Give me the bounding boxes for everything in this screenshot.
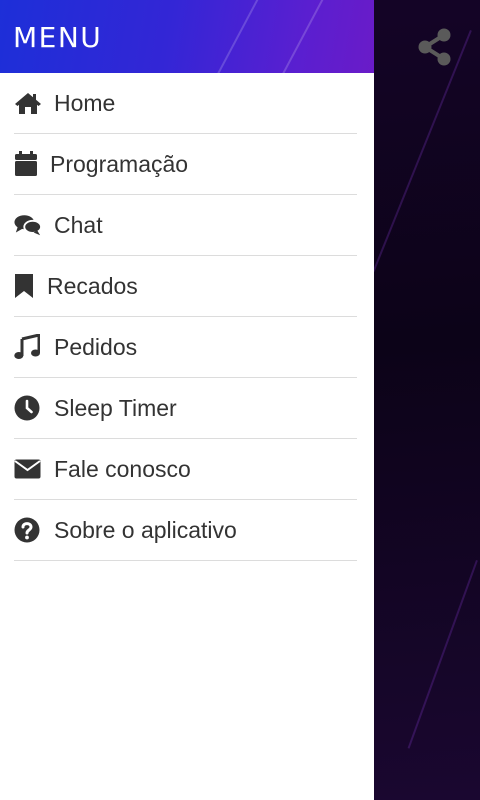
chat-icon xyxy=(14,211,42,239)
question-circle-icon xyxy=(14,516,42,544)
background-streak xyxy=(407,560,478,749)
share-icon xyxy=(418,28,451,66)
header-streak xyxy=(271,0,331,73)
menu-item-label: Sobre o aplicativo xyxy=(54,516,237,543)
menu-item-label: Fale conosco xyxy=(54,455,191,482)
navigation-drawer: MENU Home Programação Chat Recados Pedid… xyxy=(0,0,374,800)
menu-item-recados[interactable]: Recados xyxy=(14,256,357,317)
menu-item-label: Recados xyxy=(47,272,138,299)
menu-list: Home Programação Chat Recados Pedidos Sl… xyxy=(0,73,374,561)
menu-item-label: Programação xyxy=(50,150,189,177)
envelope-icon xyxy=(14,455,42,483)
bookmark-icon xyxy=(14,272,42,300)
drawer-header: MENU xyxy=(0,0,374,73)
app-screen: MENU Home Programação Chat Recados Pedid… xyxy=(0,0,480,800)
menu-item-label: Sleep Timer xyxy=(54,394,177,421)
home-icon xyxy=(14,89,42,117)
menu-item-fale-conosco[interactable]: Fale conosco xyxy=(14,439,357,500)
menu-item-home[interactable]: Home xyxy=(14,73,357,134)
drawer-title: MENU xyxy=(13,21,103,54)
music-note-icon xyxy=(14,333,42,361)
menu-item-label: Chat xyxy=(54,211,103,238)
menu-item-chat[interactable]: Chat xyxy=(14,195,357,256)
clock-icon xyxy=(14,394,42,422)
menu-item-label: Home xyxy=(54,89,116,116)
share-button[interactable] xyxy=(414,26,456,68)
menu-item-programacao[interactable]: Programação xyxy=(14,134,357,195)
menu-item-sobre[interactable]: Sobre o aplicativo xyxy=(14,500,357,561)
header-streak xyxy=(206,0,266,73)
calendar-icon xyxy=(14,150,42,178)
menu-item-label: Pedidos xyxy=(54,333,138,360)
menu-item-sleep-timer[interactable]: Sleep Timer xyxy=(14,378,357,439)
menu-item-pedidos[interactable]: Pedidos xyxy=(14,317,357,378)
